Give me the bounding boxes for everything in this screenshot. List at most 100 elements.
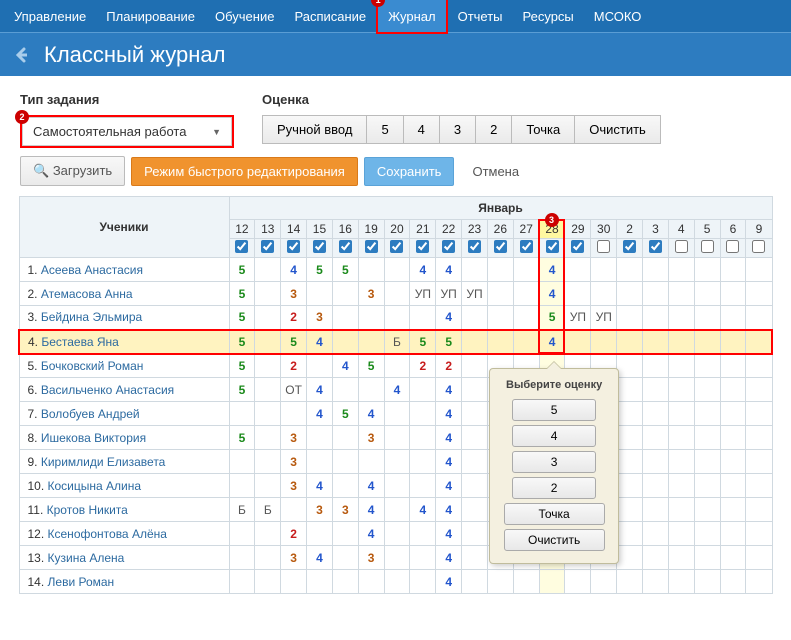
grade-cell[interactable] xyxy=(694,354,720,378)
grade-cell[interactable] xyxy=(462,522,488,546)
grade-cell[interactable]: 4 xyxy=(332,354,358,378)
grade-cell[interactable] xyxy=(384,498,410,522)
grade-cell[interactable] xyxy=(255,570,281,594)
grade-cell[interactable] xyxy=(617,546,643,570)
student-name[interactable]: 14. Леви Роман xyxy=(19,570,229,594)
grade-cell[interactable] xyxy=(410,306,436,330)
student-name[interactable]: 12. Ксенофонтова Алёна xyxy=(19,522,229,546)
grade-cell[interactable] xyxy=(513,330,539,354)
grade-cell[interactable] xyxy=(720,306,746,330)
day-header[interactable]: 30 xyxy=(591,220,617,239)
grade-cell[interactable] xyxy=(720,498,746,522)
grade-cell[interactable] xyxy=(332,546,358,570)
grade-cell[interactable]: 3 xyxy=(358,282,384,306)
day-checkbox[interactable] xyxy=(520,240,533,253)
grade-cell[interactable]: 3 xyxy=(281,474,307,498)
grade-cell[interactable] xyxy=(255,330,281,354)
nav-item-4[interactable]: Журнал xyxy=(378,0,445,32)
grade-cell[interactable] xyxy=(694,474,720,498)
grade-cell[interactable] xyxy=(746,522,772,546)
grade-cell[interactable]: 2 xyxy=(281,354,307,378)
grade-cell[interactable]: 5 xyxy=(229,426,255,450)
day-header[interactable]: 5 xyxy=(694,220,720,239)
grade-cell[interactable]: 3 xyxy=(281,546,307,570)
grade-cell[interactable] xyxy=(384,570,410,594)
grade-cell[interactable]: 4 xyxy=(307,546,333,570)
grade-cell[interactable] xyxy=(720,546,746,570)
grade-cell[interactable] xyxy=(513,570,539,594)
grade-cell[interactable] xyxy=(307,282,333,306)
student-name[interactable]: 13. Кузина Алена xyxy=(19,546,229,570)
grade-cell[interactable] xyxy=(643,330,669,354)
grade-cell[interactable] xyxy=(384,450,410,474)
grade-btn-4[interactable]: 2 xyxy=(475,115,512,144)
grade-cell[interactable] xyxy=(694,450,720,474)
grade-cell[interactable] xyxy=(410,402,436,426)
grade-cell[interactable]: 4 xyxy=(436,474,462,498)
grade-cell[interactable] xyxy=(643,474,669,498)
grade-cell[interactable]: 5 xyxy=(410,330,436,354)
grade-cell[interactable] xyxy=(668,426,694,450)
grade-cell[interactable] xyxy=(255,378,281,402)
grade-cell[interactable] xyxy=(617,330,643,354)
grade-cell[interactable] xyxy=(358,378,384,402)
grade-cell[interactable] xyxy=(229,402,255,426)
grade-cell[interactable] xyxy=(384,426,410,450)
grade-cell[interactable] xyxy=(281,402,307,426)
grade-cell[interactable] xyxy=(746,426,772,450)
grade-cell[interactable]: 4 xyxy=(410,498,436,522)
grade-cell[interactable] xyxy=(668,306,694,330)
student-name[interactable]: 6. Васильченко Анастасия xyxy=(19,378,229,402)
day-checkbox[interactable] xyxy=(675,240,688,253)
day-checkbox[interactable] xyxy=(649,240,662,253)
assignment-type-select[interactable]: Самостоятельная работа xyxy=(22,117,232,146)
grade-cell[interactable]: УП xyxy=(591,306,617,330)
grade-cell[interactable]: ОТ xyxy=(281,378,307,402)
grade-cell[interactable] xyxy=(668,354,694,378)
grade-cell[interactable] xyxy=(384,522,410,546)
grade-cell[interactable]: 2 xyxy=(410,354,436,378)
day-checkbox[interactable] xyxy=(416,240,429,253)
grade-cell[interactable] xyxy=(565,570,591,594)
student-name[interactable]: 7. Волобуев Андрей xyxy=(19,402,229,426)
grade-cell[interactable] xyxy=(720,450,746,474)
grade-cell[interactable] xyxy=(643,306,669,330)
grade-cell[interactable] xyxy=(720,354,746,378)
back-icon[interactable] xyxy=(12,45,32,65)
grade-cell[interactable]: 4 xyxy=(410,258,436,282)
grade-cell[interactable] xyxy=(513,282,539,306)
grade-cell[interactable] xyxy=(487,570,513,594)
grade-cell[interactable] xyxy=(591,282,617,306)
grade-cell[interactable] xyxy=(332,570,358,594)
student-name[interactable]: 1. Асеева Анастасия xyxy=(19,258,229,282)
grade-cell[interactable]: 4 xyxy=(436,450,462,474)
grade-cell[interactable] xyxy=(746,330,772,354)
grade-cell[interactable] xyxy=(307,426,333,450)
grade-cell[interactable] xyxy=(668,402,694,426)
grade-cell[interactable] xyxy=(358,306,384,330)
grade-cell[interactable]: 4 xyxy=(307,474,333,498)
grade-cell[interactable]: 4 xyxy=(436,570,462,594)
grade-cell[interactable] xyxy=(694,330,720,354)
cancel-button[interactable]: Отмена xyxy=(460,158,531,185)
day-header[interactable]: 14 xyxy=(281,220,307,239)
grade-btn-5[interactable]: Точка xyxy=(511,115,575,144)
grade-cell[interactable] xyxy=(513,306,539,330)
grade-cell[interactable] xyxy=(332,426,358,450)
day-header[interactable]: 23 xyxy=(462,220,488,239)
grade-cell[interactable] xyxy=(643,378,669,402)
grade-cell[interactable] xyxy=(668,282,694,306)
grade-cell[interactable] xyxy=(332,282,358,306)
day-checkbox[interactable] xyxy=(442,240,455,253)
day-checkbox[interactable] xyxy=(623,240,636,253)
grade-btn-1[interactable]: 5 xyxy=(366,115,403,144)
popup-btn-0[interactable]: 5 xyxy=(512,399,596,421)
popup-btn-2[interactable]: 3 xyxy=(512,451,596,473)
grade-cell[interactable] xyxy=(617,282,643,306)
grade-cell[interactable] xyxy=(462,378,488,402)
grade-cell[interactable] xyxy=(617,306,643,330)
day-checkbox[interactable] xyxy=(597,240,610,253)
grade-cell[interactable] xyxy=(746,474,772,498)
grade-cell[interactable]: УП xyxy=(410,282,436,306)
grade-cell[interactable] xyxy=(384,354,410,378)
